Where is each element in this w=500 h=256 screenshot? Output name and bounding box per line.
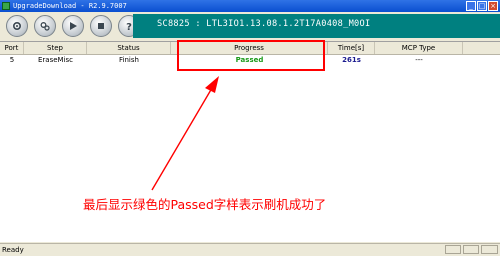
play-icon (70, 22, 77, 30)
header-mcp-type[interactable]: MCP Type (375, 42, 463, 54)
header-time[interactable]: Time[s] (328, 42, 375, 54)
status-panel (481, 245, 498, 254)
device-info-label: SC8825 : LTL3IO1.13.08.1.2T17A0408_M0OI (157, 19, 371, 29)
start-button[interactable] (62, 15, 84, 37)
header-status[interactable]: Status (87, 42, 171, 54)
cell-port: 5 (9, 56, 15, 64)
cell-step: EraseMisc (37, 56, 74, 64)
status-panel (463, 245, 479, 254)
stop-button[interactable] (90, 15, 112, 37)
gears-icon (40, 22, 50, 31)
window-title: UpgradeDownload - R2.9.7007 (13, 2, 127, 10)
settings-button[interactable] (6, 15, 28, 37)
status-text: Ready (2, 246, 24, 254)
header-step[interactable]: Step (24, 42, 87, 54)
status-panel (445, 245, 461, 254)
header-port[interactable]: Port (0, 42, 24, 54)
annotation-text: 最后显示绿色的Passed字样表示刷机成功了 (83, 197, 327, 212)
maximize-button[interactable]: □ (477, 1, 487, 11)
gear-icon (12, 21, 22, 31)
progress-highlight-box (177, 40, 325, 71)
status-bar: Ready (0, 243, 500, 256)
cell-mcp-type: --- (415, 56, 423, 64)
svg-text:?: ? (126, 22, 132, 32)
app-icon (2, 2, 10, 10)
cell-time: 261s (342, 56, 361, 64)
title-bar: UpgradeDownload - R2.9.7007 _ □ × (0, 0, 500, 12)
window-controls: _ □ × (466, 1, 498, 11)
cell-status: Finish (119, 56, 139, 64)
packet-button[interactable] (34, 15, 56, 37)
close-button[interactable]: × (488, 1, 498, 11)
stop-icon (98, 23, 104, 29)
minimize-button[interactable]: _ (466, 1, 476, 11)
